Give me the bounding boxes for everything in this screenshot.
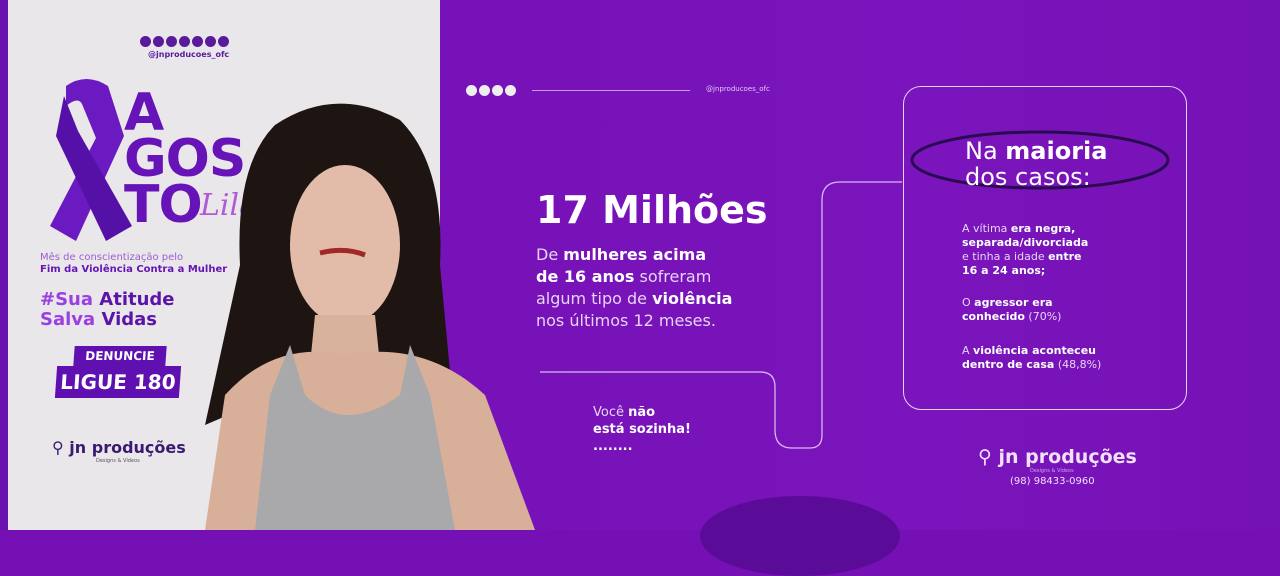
text-bold: violência aconteceu [973, 344, 1096, 357]
text: A vítima [962, 222, 1011, 235]
text-bold: dentro de casa [962, 358, 1055, 371]
brand-logo-left: ⚲ jn produções [52, 438, 186, 457]
text: e tinha a idade [962, 250, 1049, 263]
text-bold: entre [1048, 250, 1082, 263]
dots: ........ [593, 439, 633, 454]
instagram-icon [479, 85, 490, 96]
ribbon-icon [50, 79, 132, 241]
subtitle-1: Mês de conscientização pelo [40, 252, 184, 263]
denuncie-badge: DENUNCIE [73, 346, 167, 366]
brand-name: jn produções [998, 446, 1137, 468]
hashtag: #Sua Atitude Salva Vidas [40, 290, 175, 330]
text: O [962, 296, 975, 309]
text-bold: 16 a 24 anos; [962, 264, 1046, 277]
youtube-icon [140, 36, 151, 47]
hashtag-part: Vidas [101, 309, 157, 330]
text: Na [965, 137, 1006, 165]
text-bold: separada/divorciada [962, 236, 1089, 249]
support-note: Você não está sozinha! ........ [593, 404, 691, 455]
text-bold: conhecido [962, 310, 1025, 323]
text: (48,8%) [1054, 358, 1102, 371]
fact-2: O agressor era conhecido (70%) [962, 296, 1061, 324]
email-icon [218, 36, 229, 47]
text: (70%) [1024, 310, 1062, 323]
hashtag-part: #Sua [40, 289, 94, 310]
behance-icon [205, 36, 216, 47]
fact-1: A vítima era negra, separada/divorciada … [962, 222, 1088, 278]
decorative-circle [700, 496, 900, 576]
brand-logo-right: ⚲ jn produções [978, 446, 1137, 468]
social-icons-middle [466, 85, 516, 96]
facebook-icon [492, 85, 503, 96]
behance-icon [505, 85, 516, 96]
pinterest-icon [153, 36, 164, 47]
divider [532, 90, 690, 91]
brand-tag: Designs & Vídeos [1030, 468, 1074, 474]
woman-photo [205, 103, 535, 530]
hashtag-part: Atitude [99, 289, 175, 310]
text-bold: agressor era [974, 296, 1053, 309]
text-bold: está sozinha! [593, 422, 691, 437]
ligue-180-badge: LIGUE 180 [54, 366, 182, 398]
brand-tag: Designs & Vídeos [96, 458, 140, 464]
left-stripe [0, 0, 8, 530]
facebook-icon [192, 36, 203, 47]
text: A [962, 344, 974, 357]
card-heading: Na maioria dos casos: [965, 138, 1107, 190]
twitter-icon [466, 85, 477, 96]
text: Você [593, 405, 629, 420]
phone-number: (98) 98433-0960 [1010, 476, 1095, 487]
title-line-3: TO [124, 175, 203, 235]
twitter-icon [166, 36, 177, 47]
text-bold: era negra, [1010, 222, 1076, 235]
social-icons [140, 36, 229, 47]
text: dos casos: [965, 163, 1091, 191]
instagram-icon [179, 36, 190, 47]
connector-lines [540, 181, 902, 449]
hashtag-part: Salva [40, 309, 96, 330]
text-bold: maioria [1005, 137, 1108, 165]
text-bold: não [628, 405, 656, 420]
social-handle-middle: @jnproducoes_ofc [706, 85, 770, 93]
social-handle: @jnproducoes_ofc [148, 50, 230, 59]
brand-name: jn produções [69, 438, 186, 457]
fact-3: A violência aconteceu dentro de casa (48… [962, 344, 1101, 372]
